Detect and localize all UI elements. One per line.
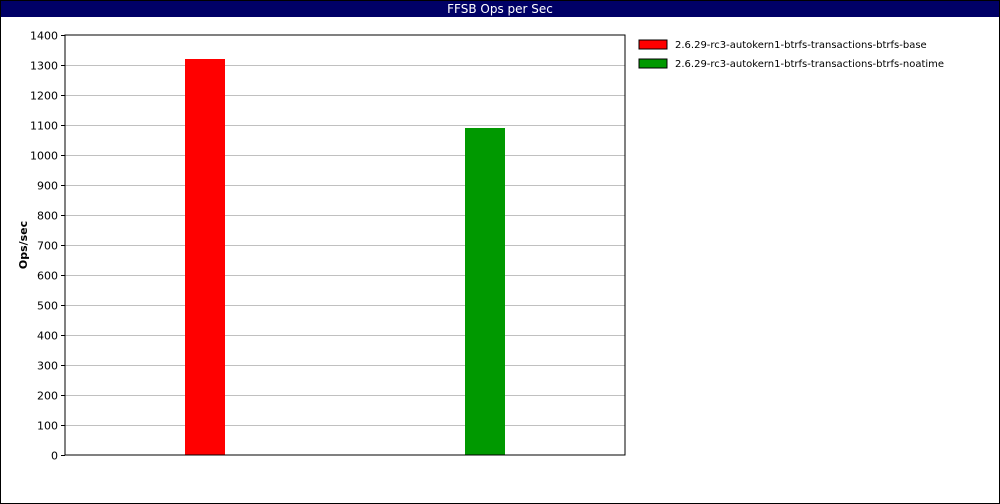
y-tick-label: 700: [37, 240, 58, 253]
legend: 2.6.29-rc3-autokern1-btrfs-transactions-…: [638, 39, 944, 70]
y-tick-label: 200: [37, 390, 58, 403]
y-tick-label: 500: [37, 300, 58, 313]
legend-swatch: [638, 39, 668, 50]
y-tick-label: 1000: [30, 150, 58, 163]
y-tick-label: 800: [37, 210, 58, 223]
y-tick-label: 300: [37, 360, 58, 373]
y-axis-ticks: 0 100 200 300 400 500 600 700 800 900 1000 1100 1200…: [30, 30, 65, 463]
bar-2: [465, 128, 505, 455]
y-tick-label: 100: [37, 420, 58, 433]
y-tick-label: 900: [37, 180, 58, 193]
y-axis-title: Ops/sec: [17, 221, 30, 269]
y-tick-label: 1400: [30, 30, 58, 43]
legend-label: 2.6.29-rc3-autokern1-btrfs-transactions-…: [675, 40, 927, 51]
gridlines: [65, 65, 625, 426]
bar-1: [185, 59, 225, 455]
y-tick-label: 1200: [30, 90, 58, 103]
y-tick-label: 600: [37, 270, 58, 283]
y-tick-label: 1300: [30, 60, 58, 73]
y-tick-label: 1100: [30, 120, 58, 133]
legend-swatch: [638, 58, 668, 69]
y-tick-label: 0: [51, 450, 58, 463]
legend-label: 2.6.29-rc3-autokern1-btrfs-transactions-…: [675, 59, 944, 70]
chart-canvas: 0 100 200 300 400 500 600 700 800 900 1000 1100 1200…: [17, 30, 944, 463]
y-tick-label: 400: [37, 330, 58, 343]
